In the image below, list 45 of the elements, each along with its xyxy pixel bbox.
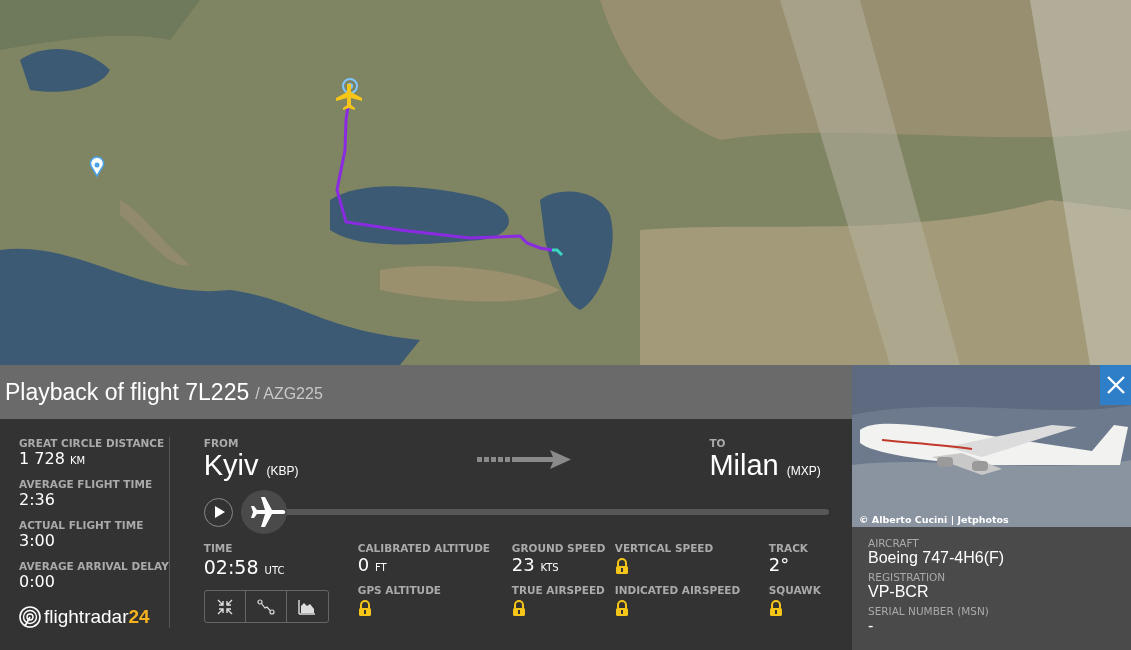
stat-label: GREAT CIRCLE DISTANCE xyxy=(19,437,166,449)
photo-credit: © Alberto Cucini | Jetphotos xyxy=(859,514,1009,525)
area-chart-icon xyxy=(298,597,317,616)
route-icon xyxy=(256,597,275,616)
metric-label: CALIBRATED ALTITUDE xyxy=(357,542,491,554)
stat-value: 2:36 xyxy=(19,490,56,509)
close-icon xyxy=(1105,375,1126,395)
flight-title: Playback of flight 7L225 xyxy=(5,378,250,406)
logo-text: flightradar24 xyxy=(44,606,150,628)
playback-slider[interactable] xyxy=(240,490,829,534)
play-icon xyxy=(213,506,225,518)
stat-value: 1 728 KM xyxy=(19,449,87,468)
stat-label: AVERAGE FLIGHT TIME xyxy=(19,478,154,490)
from-city: Kyiv (KBP) xyxy=(203,449,299,482)
aircraft-label: SERIAL NUMBER (MSN) xyxy=(868,605,990,617)
metric-value: 23 KTS xyxy=(511,554,559,577)
aircraft-value: - xyxy=(868,617,875,635)
aircraft-label: AIRCRAFT xyxy=(868,537,920,549)
metric-label: GPS ALTITUDE xyxy=(357,584,442,596)
stat-label: AVERAGE ARRIVAL DELAY xyxy=(19,560,169,572)
stat-value: 0:00 xyxy=(19,572,56,591)
slider-handle[interactable] xyxy=(240,490,287,534)
radar-logo-icon xyxy=(19,606,41,628)
from-label: FROM xyxy=(203,437,240,449)
to-city: Milan (MXP) xyxy=(709,449,821,482)
time-label: TIME xyxy=(203,542,233,554)
metric-label: TRACK xyxy=(768,542,808,554)
time-value: 02:58 UTC xyxy=(203,556,285,580)
aircraft-value: VP-BCR xyxy=(868,583,930,601)
stat-value: 3:00 xyxy=(19,531,56,550)
callsign: / AZG225 xyxy=(255,384,323,403)
aircraft-label: REGISTRATION xyxy=(868,571,947,583)
close-button[interactable] xyxy=(1100,365,1131,405)
arrow-icon xyxy=(476,449,571,469)
to-label: TO xyxy=(709,437,727,449)
metric-label: VERTICAL SPEED xyxy=(614,542,714,554)
aircraft-value: Boeing 747-4H6(F) xyxy=(868,549,1006,567)
metric-value: 2° xyxy=(768,554,790,576)
metric-value: 0 FT xyxy=(357,554,387,577)
metric-label: GROUND SPEED xyxy=(511,542,606,554)
collapse-arrows-icon xyxy=(215,597,234,616)
metric-label: INDICATED AIRSPEED xyxy=(614,584,741,596)
metric-label: TRUE AIRSPEED xyxy=(511,584,605,596)
metric-label: SQUAWK xyxy=(768,584,821,596)
stat-label: ACTUAL FLIGHT TIME xyxy=(19,519,145,531)
